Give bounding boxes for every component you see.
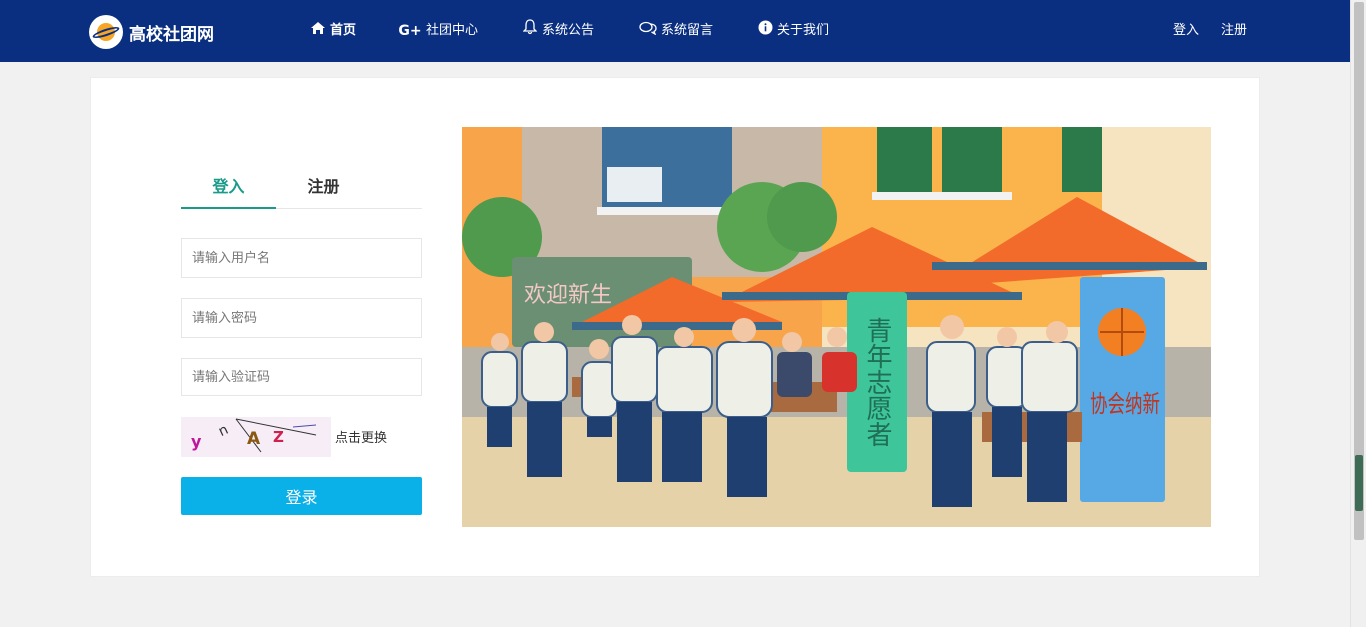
captcha-char: Z (273, 428, 284, 446)
nav-item-announcements[interactable]: 系统公告 (522, 0, 594, 62)
brand-name: 高校社团网 (129, 24, 214, 45)
comments-icon (639, 0, 657, 62)
auth-tabs: 登入 注册 (181, 168, 422, 209)
brand[interactable]: 高校社团网 (89, 15, 214, 49)
planet-logo-icon (89, 15, 123, 49)
volunteer-banner-text: 青年志愿者 (862, 317, 892, 447)
nav-register-link[interactable]: 注册 (1221, 0, 1247, 62)
nav-item-about[interactable]: 关于我们 (757, 0, 829, 62)
password-input[interactable] (181, 298, 422, 338)
login-card: 登入 注册 y n A Z 点击更换 登录 (90, 77, 1260, 577)
captcha-char: n (216, 422, 231, 440)
nav-login-link[interactable]: 登入 (1173, 0, 1199, 62)
captcha-char: A (247, 429, 261, 449)
tab-register[interactable]: 注册 (276, 168, 371, 209)
nav-item-club-center[interactable]: G+ 社团中心 (398, 0, 478, 62)
club-recruitment-illustration: 欢迎新生 青年志愿者 协会纳新 (462, 127, 1211, 527)
info-icon (757, 0, 773, 62)
google-plus-icon: G+ (398, 23, 422, 39)
scrollbar-marker (1355, 455, 1363, 511)
captcha-input[interactable] (181, 358, 422, 396)
bell-icon (522, 0, 538, 62)
recruitment-banner-text: 协会纳新 (1090, 390, 1160, 418)
tab-login[interactable]: 登入 (181, 168, 276, 209)
welcome-sign-text: 欢迎新生 (524, 283, 612, 308)
page-scrollbar[interactable] (1350, 0, 1366, 627)
username-input[interactable] (181, 238, 422, 278)
captcha-char: y (191, 432, 202, 451)
captcha-image[interactable]: y n A Z (181, 417, 331, 457)
login-submit-button[interactable]: 登录 (181, 477, 422, 515)
top-navbar: 高校社团网 首页 G+ 社团中心 系统公告 系统留言 关于我们 登入 注册 (0, 0, 1350, 62)
nav-item-home[interactable]: 首页 (310, 0, 356, 62)
nav-item-messages[interactable]: 系统留言 (639, 0, 713, 62)
home-icon (310, 0, 326, 62)
captcha-refresh-link[interactable]: 点击更换 (335, 427, 387, 446)
